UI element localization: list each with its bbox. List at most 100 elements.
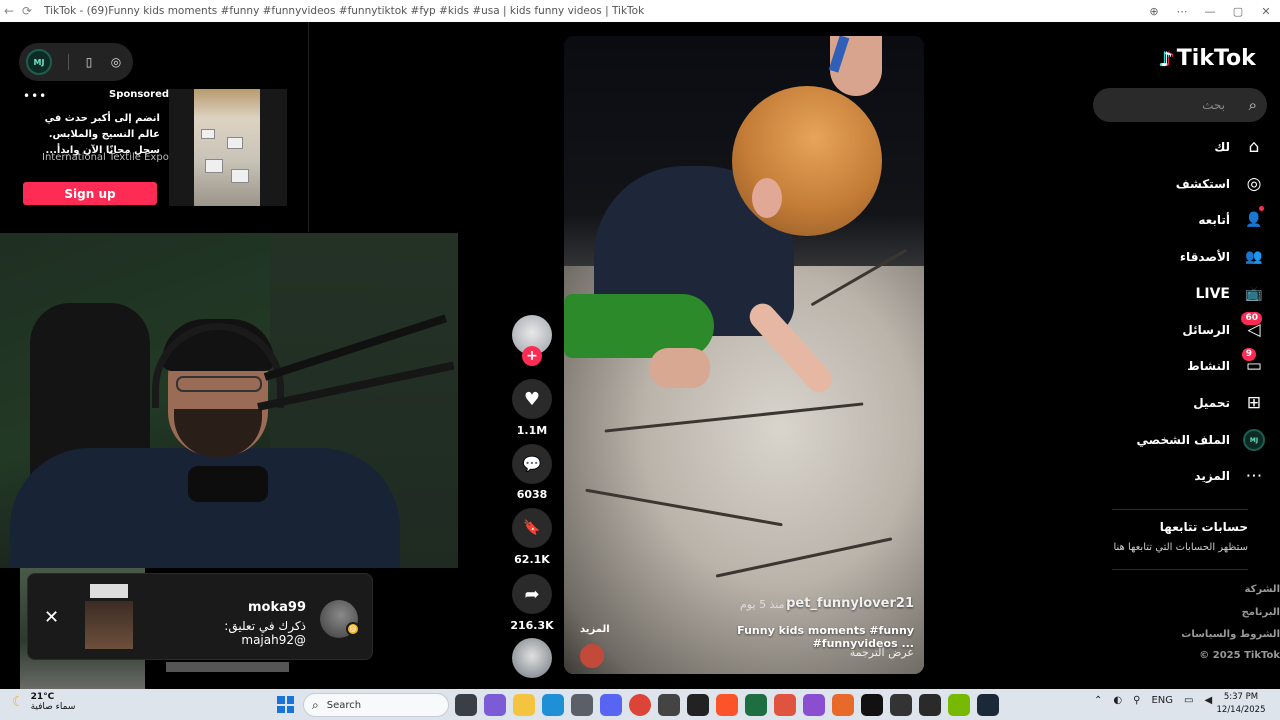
nav-activity[interactable]: النشاط ▭ 9	[1100, 348, 1266, 381]
ad-image-booth	[205, 159, 223, 173]
user-icon: 👤	[1245, 212, 1263, 228]
logo-text: TikTok	[1176, 46, 1256, 71]
compass-icon[interactable]: ◎	[109, 55, 123, 69]
compass-icon: ◎	[1246, 174, 1262, 194]
windows-logo-icon	[277, 705, 285, 713]
save-button[interactable]: 🔖	[512, 508, 552, 548]
nav-messages[interactable]: الرسائل ◁ 60	[1100, 312, 1266, 345]
caption-more-link[interactable]: المزيد	[580, 624, 610, 635]
maximize-button[interactable]: ▢	[1224, 5, 1252, 18]
tiktok-icon[interactable]	[861, 694, 883, 716]
video-player[interactable]: pet_funnylover21 منذ 5 يوم Funny kids mo…	[564, 36, 924, 674]
app-icon[interactable]	[919, 694, 941, 716]
edge-icon[interactable]	[542, 694, 564, 716]
mention-notification[interactable]: ✕ moka99 ذكرك في تعليق: @majah92 @	[27, 573, 373, 660]
menu-icon[interactable]: ⋯	[1168, 5, 1196, 18]
tiktok-logo[interactable]: ♪ TikTok	[1160, 46, 1256, 71]
home-icon: ⌂	[1248, 137, 1260, 157]
avatar[interactable]: MJ	[26, 49, 52, 75]
video-author[interactable]: pet_funnylover21	[786, 596, 914, 611]
discord-icon[interactable]	[600, 694, 622, 716]
file-explorer-icon[interactable]	[513, 694, 535, 716]
nav-explore[interactable]: استكشف ◎	[1100, 169, 1266, 199]
like-button[interactable]: ♥	[512, 379, 552, 419]
divider	[308, 22, 309, 232]
nav-more[interactable]: المزيد ⋯	[1100, 461, 1266, 491]
task-view-icon[interactable]	[455, 694, 477, 716]
network-icon[interactable]: ◐	[1113, 695, 1122, 706]
send-icon: ◁ 60	[1241, 312, 1266, 342]
ad-more-icon[interactable]: •••	[23, 89, 47, 103]
nav-label: الأصدقاء	[1179, 250, 1230, 264]
close-icon[interactable]: ✕	[44, 607, 59, 628]
back-icon[interactable]: ←	[0, 4, 18, 18]
app-icon[interactable]	[890, 694, 912, 716]
notification-user[interactable]: moka99	[224, 600, 306, 615]
start-button[interactable]	[277, 696, 294, 713]
phone-icon[interactable]: ▯	[82, 55, 96, 69]
chrome-icon[interactable]	[629, 694, 651, 716]
nav-for-you[interactable]: لك ⌂	[1100, 132, 1266, 162]
app-icon[interactable]	[832, 694, 854, 716]
nav-label: أتابعه	[1198, 213, 1230, 227]
zoom-icon[interactable]: ⊕	[1140, 5, 1168, 18]
nav-label: استكشف	[1175, 177, 1230, 191]
nav-friends[interactable]: الأصدقاء 👥	[1100, 242, 1266, 272]
close-button[interactable]: ✕	[1252, 5, 1280, 18]
ad-image-booth	[201, 129, 215, 139]
webcam-overlay	[0, 233, 458, 568]
share-button[interactable]: ➦	[512, 574, 552, 614]
notification-thumbnail[interactable]	[85, 601, 133, 649]
taskbar-search[interactable]: ⌕ Search	[303, 693, 449, 717]
follow-button[interactable]: +	[522, 346, 542, 366]
window-title: TikTok - (69)Funny kids moments #funny #…	[44, 5, 645, 17]
language-indicator[interactable]: ENG	[1151, 695, 1173, 706]
temperature: 21°C	[30, 692, 55, 702]
footer-link-terms[interactable]: الشروط والسياسات	[1150, 629, 1280, 640]
clock-time: 5:37 PM	[1223, 692, 1259, 702]
refresh-icon[interactable]: ⟳	[18, 4, 36, 18]
browser-titlebar: ← ⟳ TikTok - (69)Funny kids moments #fun…	[0, 0, 1280, 22]
footer-copyright: © 2025 TikTok	[1199, 650, 1280, 661]
nav-following[interactable]: أتابعه 👤	[1100, 205, 1266, 235]
nvidia-icon[interactable]	[948, 694, 970, 716]
app-icon[interactable]	[774, 694, 796, 716]
app-icon[interactable]	[687, 694, 709, 716]
upload-icon: ⊞	[1246, 393, 1262, 413]
music-disc-icon[interactable]	[580, 644, 604, 668]
nav-profile[interactable]: الملف الشخصي MJ	[1100, 425, 1266, 455]
see-translation-link[interactable]: عرض الترجمة	[850, 646, 914, 659]
activity-badge: 9	[1241, 348, 1256, 361]
steam-icon[interactable]	[977, 694, 999, 716]
footer-link-program[interactable]: البرنامج	[1150, 607, 1280, 618]
search-placeholder: بحث	[1202, 98, 1225, 112]
monitor-icon[interactable]: ▭	[1184, 695, 1193, 706]
video-child-head	[732, 86, 882, 236]
app-icon[interactable]	[803, 694, 825, 716]
activity-icon: ▭ 9	[1241, 348, 1266, 378]
video-time: منذ 5 يوم	[740, 598, 785, 611]
minimize-button[interactable]: —	[1196, 5, 1224, 18]
ad-image[interactable]	[169, 89, 287, 206]
webcam-microphone	[188, 466, 268, 502]
footer-link-company[interactable]: الشركة	[1150, 584, 1280, 595]
obs-icon[interactable]	[658, 694, 680, 716]
copilot-icon[interactable]	[484, 694, 506, 716]
brave-icon[interactable]	[716, 694, 738, 716]
nav-upload[interactable]: تحميل ⊞	[1100, 388, 1266, 418]
search-input[interactable]: بحث ⌕	[1093, 88, 1267, 122]
mic-icon[interactable]: ⚲	[1133, 695, 1140, 706]
background-thumbnail	[166, 662, 289, 672]
store-icon[interactable]	[571, 694, 593, 716]
signup-button[interactable]: Sign up	[23, 182, 157, 205]
share-icon: ➦	[524, 583, 540, 605]
comment-button[interactable]: 💬	[512, 444, 552, 484]
chevron-up-icon[interactable]: ⌃	[1094, 695, 1102, 706]
clock[interactable]: 5:37 PM 12/14/2025	[1210, 691, 1272, 717]
sound-avatar[interactable]	[512, 638, 552, 678]
ad-brand[interactable]: International Textile Expo	[42, 152, 169, 163]
search-icon[interactable]: ⌕	[1249, 96, 1257, 114]
excel-icon[interactable]	[745, 694, 767, 716]
weather-widget[interactable]: ☾ 21°C سماء صافية	[12, 692, 75, 712]
nav-live[interactable]: LIVE 📺	[1100, 279, 1266, 309]
